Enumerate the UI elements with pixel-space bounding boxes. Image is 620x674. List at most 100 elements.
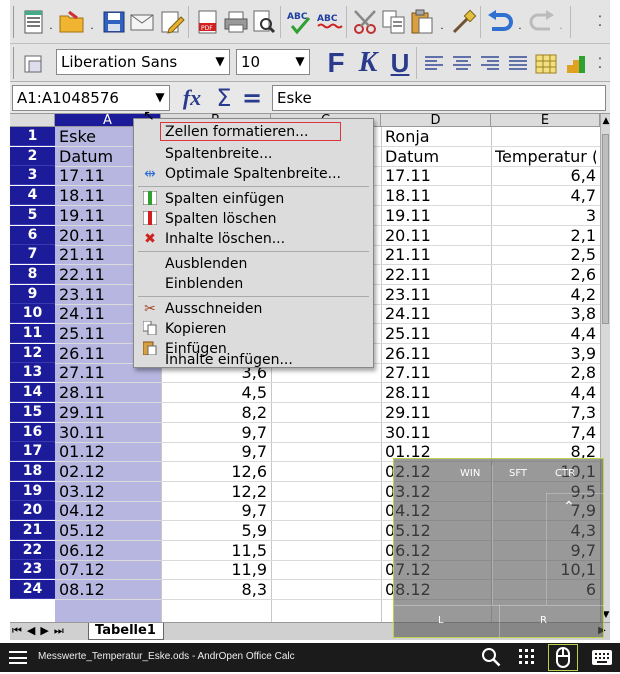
row-header[interactable]: 24	[10, 580, 55, 599]
row-header[interactable]: 4	[10, 186, 55, 205]
cell-e[interactable]: 7,4	[495, 423, 596, 442]
win-key-button[interactable]: WIN	[460, 468, 480, 479]
sum-icon[interactable]: Σ	[210, 84, 238, 112]
undo-icon[interactable]	[486, 8, 514, 36]
cell-a[interactable]: 02.12	[59, 462, 159, 481]
cell-d[interactable]: 20.11	[385, 226, 487, 245]
cut-icon[interactable]	[352, 8, 380, 36]
cell-e[interactable]: 4,4	[495, 324, 596, 343]
cell-e[interactable]: 7,3	[495, 403, 596, 422]
row-header[interactable]: 19	[10, 482, 55, 501]
formula-input[interactable]: Eske	[272, 85, 606, 111]
row-header[interactable]: 8	[10, 265, 55, 284]
row-header[interactable]: 9	[10, 285, 55, 304]
cell-e[interactable]: 2,5	[495, 245, 596, 264]
apps-grid-icon[interactable]	[518, 648, 536, 670]
pdf-export-icon[interactable]: PDF	[194, 8, 222, 36]
row-header[interactable]: 15	[10, 403, 55, 422]
cell-a[interactable]: 07.12	[59, 560, 159, 579]
search-icon[interactable]	[481, 647, 501, 671]
font-name-combo[interactable]: Liberation Sans ▼	[56, 49, 230, 75]
print-icon[interactable]	[222, 8, 250, 36]
cell-e[interactable]: 4,4	[495, 383, 596, 402]
dropdown-arrow-icon[interactable]: ▼	[213, 54, 227, 68]
cell-a[interactable]: 04.12	[59, 501, 159, 520]
scroll-up-arrow-icon[interactable]: ⌃	[563, 499, 575, 515]
align-right-icon[interactable]	[476, 50, 504, 78]
cell-a[interactable]: 28.11	[59, 383, 159, 402]
cell-b[interactable]: 5,9	[165, 521, 267, 540]
autospellcheck-icon[interactable]: ABC	[316, 8, 344, 36]
cell-e[interactable]: 3	[495, 206, 596, 225]
function-wizard-icon[interactable]: fx	[178, 84, 206, 112]
row-header[interactable]: 12	[10, 344, 55, 363]
bold-button[interactable]: F	[322, 49, 350, 77]
scrollbar-thumb[interactable]	[602, 134, 609, 324]
corner-select-all[interactable]	[10, 114, 55, 127]
cell-d[interactable]: 18.11	[385, 186, 487, 205]
cell-d[interactable]: 28.11	[385, 383, 487, 402]
sheet-tab-active[interactable]: Tabelle1	[88, 623, 164, 640]
row-header[interactable]: 20	[10, 501, 55, 520]
cell-d[interactable]: 30.11	[385, 423, 487, 442]
cell-d[interactable]: 21.11	[385, 245, 487, 264]
cell-d[interactable]: 17.11	[385, 166, 487, 185]
toolbar-overflow-icon[interactable]: ⁚	[594, 50, 606, 78]
row-header[interactable]: 1	[10, 127, 55, 146]
cell-d[interactable]: 19.11	[385, 206, 487, 225]
cell-b[interactable]: 9,7	[165, 442, 267, 461]
cell-e[interactable]: 4,7	[495, 186, 596, 205]
cell-d[interactable]: 22.11	[385, 265, 487, 284]
currency-format-icon[interactable]	[562, 50, 590, 78]
menu-item-paste-special[interactable]: Inhalte einfügen...	[134, 351, 373, 369]
mouse-mode-icon[interactable]	[548, 644, 578, 671]
sheet-navigation-icon[interactable]: ⏮◀▶⏭	[12, 623, 84, 639]
cell-a[interactable]: 06.12	[59, 541, 159, 560]
cell-b[interactable]: 12,2	[165, 482, 267, 501]
left-click-button[interactable]: L	[438, 615, 444, 626]
cell-d[interactable]: Ronja	[385, 127, 487, 146]
align-center-icon[interactable]	[448, 50, 476, 78]
cell-b[interactable]: 4,5	[165, 383, 267, 402]
cell-d[interactable]: 24.11	[385, 304, 487, 323]
ctrl-key-button[interactable]: CTR	[555, 468, 575, 479]
menu-item-delete-columns[interactable]: Spalten löschen	[134, 209, 373, 229]
email-icon[interactable]	[128, 8, 156, 36]
print-preview-icon[interactable]	[250, 8, 278, 36]
cell-a[interactable]: 08.12	[59, 580, 159, 599]
menu-item-delete-contents[interactable]: ✖ Inhalte löschen...	[134, 229, 373, 249]
cell-b[interactable]: 9,7	[165, 423, 267, 442]
cell-e[interactable]: 3,9	[495, 344, 596, 363]
row-header[interactable]: 10	[10, 304, 55, 323]
redo-icon[interactable]	[528, 8, 556, 36]
menu-item-cut[interactable]: ✂ Ausschneiden	[134, 299, 373, 319]
keyboard-icon[interactable]	[591, 649, 613, 670]
cell-a[interactable]: 29.11	[59, 403, 159, 422]
menu-item-format-cells[interactable]: Zellen formatieren...	[134, 122, 373, 142]
cell-a[interactable]: 30.11	[59, 423, 159, 442]
paste-icon[interactable]	[408, 8, 436, 36]
row-header[interactable]: 11	[10, 324, 55, 343]
menu-item-copy[interactable]: Kopieren	[134, 319, 373, 339]
row-header[interactable]: 18	[10, 462, 55, 481]
cell-d[interactable]: 29.11	[385, 403, 487, 422]
underline-button[interactable]: U	[386, 49, 414, 77]
cell-a[interactable]: 03.12	[59, 482, 159, 501]
virtual-mouse-overlay[interactable]: WIN SFT CTR ⌃ L R	[393, 458, 604, 638]
dropdown-arrow-icon[interactable]: ·	[556, 16, 566, 44]
menu-icon[interactable]	[9, 651, 27, 664]
shift-key-button[interactable]: SFT	[509, 468, 527, 479]
clone-formatting-icon[interactable]	[450, 8, 478, 36]
cell-b[interactable]: 11,5	[165, 541, 267, 560]
column-header-d[interactable]: D	[381, 114, 491, 127]
cell-d[interactable]: 23.11	[385, 285, 487, 304]
spellcheck-icon[interactable]: ABC	[286, 8, 314, 36]
copy-icon[interactable]	[380, 8, 408, 36]
dropdown-arrow-icon[interactable]: ·	[87, 16, 97, 44]
cell-a[interactable]: 01.12	[59, 442, 159, 461]
cell-b[interactable]: 11,9	[165, 560, 267, 579]
cell-e[interactable]: 2,8	[495, 363, 596, 382]
new-document-icon[interactable]	[20, 8, 48, 36]
row-header[interactable]: 6	[10, 226, 55, 245]
right-click-button[interactable]: R	[540, 615, 547, 626]
